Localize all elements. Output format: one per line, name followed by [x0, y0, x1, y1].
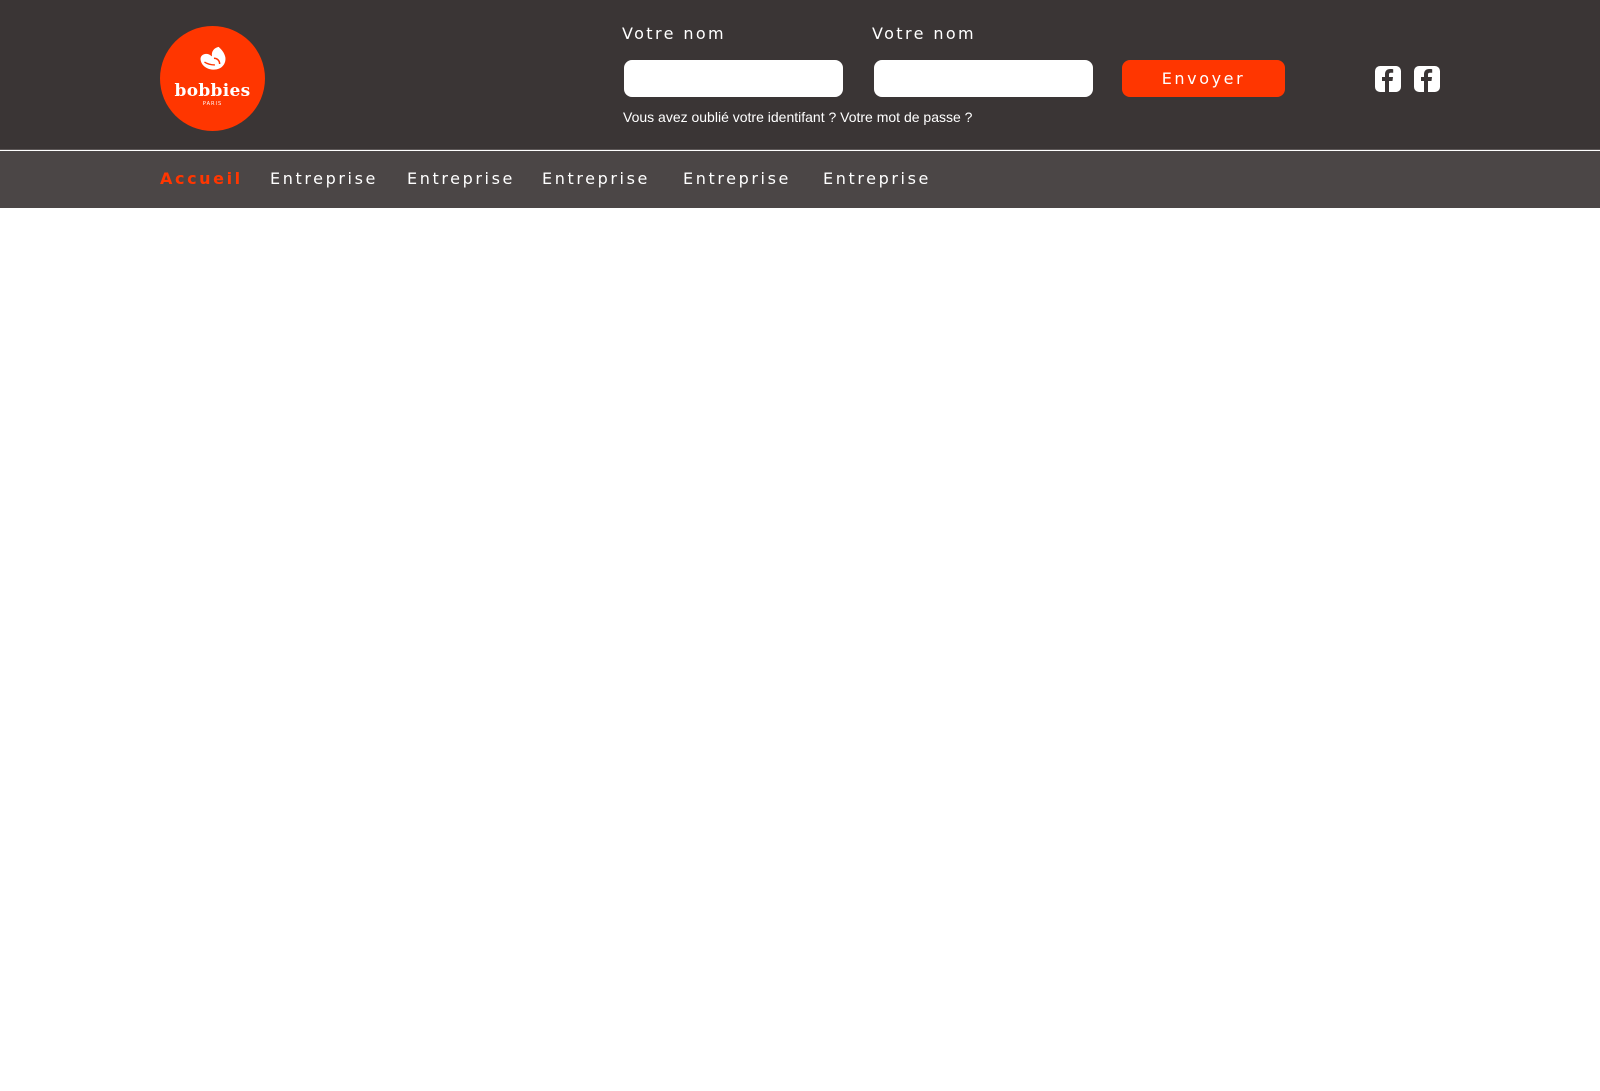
nav-item-entreprise[interactable]: Entreprise [683, 169, 791, 188]
brand-logo[interactable]: bobbies PARIS [160, 26, 265, 131]
nav-item-entreprise[interactable]: Entreprise [407, 169, 515, 188]
facebook-icon[interactable] [1414, 66, 1440, 92]
second-name-field-label: Votre nom [872, 24, 977, 43]
top-header: bobbies PARIS Votre nom Votre nom Envoye… [0, 0, 1600, 150]
second-name-input[interactable] [874, 60, 1093, 97]
forgot-links: Vous avez oublié votre identifant ? Votr… [623, 109, 972, 125]
nav-item-entreprise[interactable]: Entreprise [823, 169, 931, 188]
brand-name: bobbies [174, 81, 251, 101]
forgot-identifier-link[interactable]: Vous avez oublié votre identifant ? [623, 109, 836, 125]
forgot-password-link[interactable]: Votre mot de passe ? [840, 109, 972, 125]
send-button[interactable]: Envoyer [1122, 60, 1285, 97]
nav-item-entreprise[interactable]: Entreprise [270, 169, 378, 188]
main-nav: Accueil Entreprise Entreprise Entreprise… [0, 151, 1600, 208]
facebook-icon[interactable] [1375, 66, 1401, 92]
bird-icon [200, 46, 226, 70]
nav-item-entreprise[interactable]: Entreprise [542, 169, 650, 188]
brand-tagline: PARIS [202, 101, 223, 107]
name-field-label: Votre nom [622, 24, 727, 43]
nav-item-accueil[interactable]: Accueil [160, 169, 243, 188]
name-input[interactable] [624, 60, 843, 97]
